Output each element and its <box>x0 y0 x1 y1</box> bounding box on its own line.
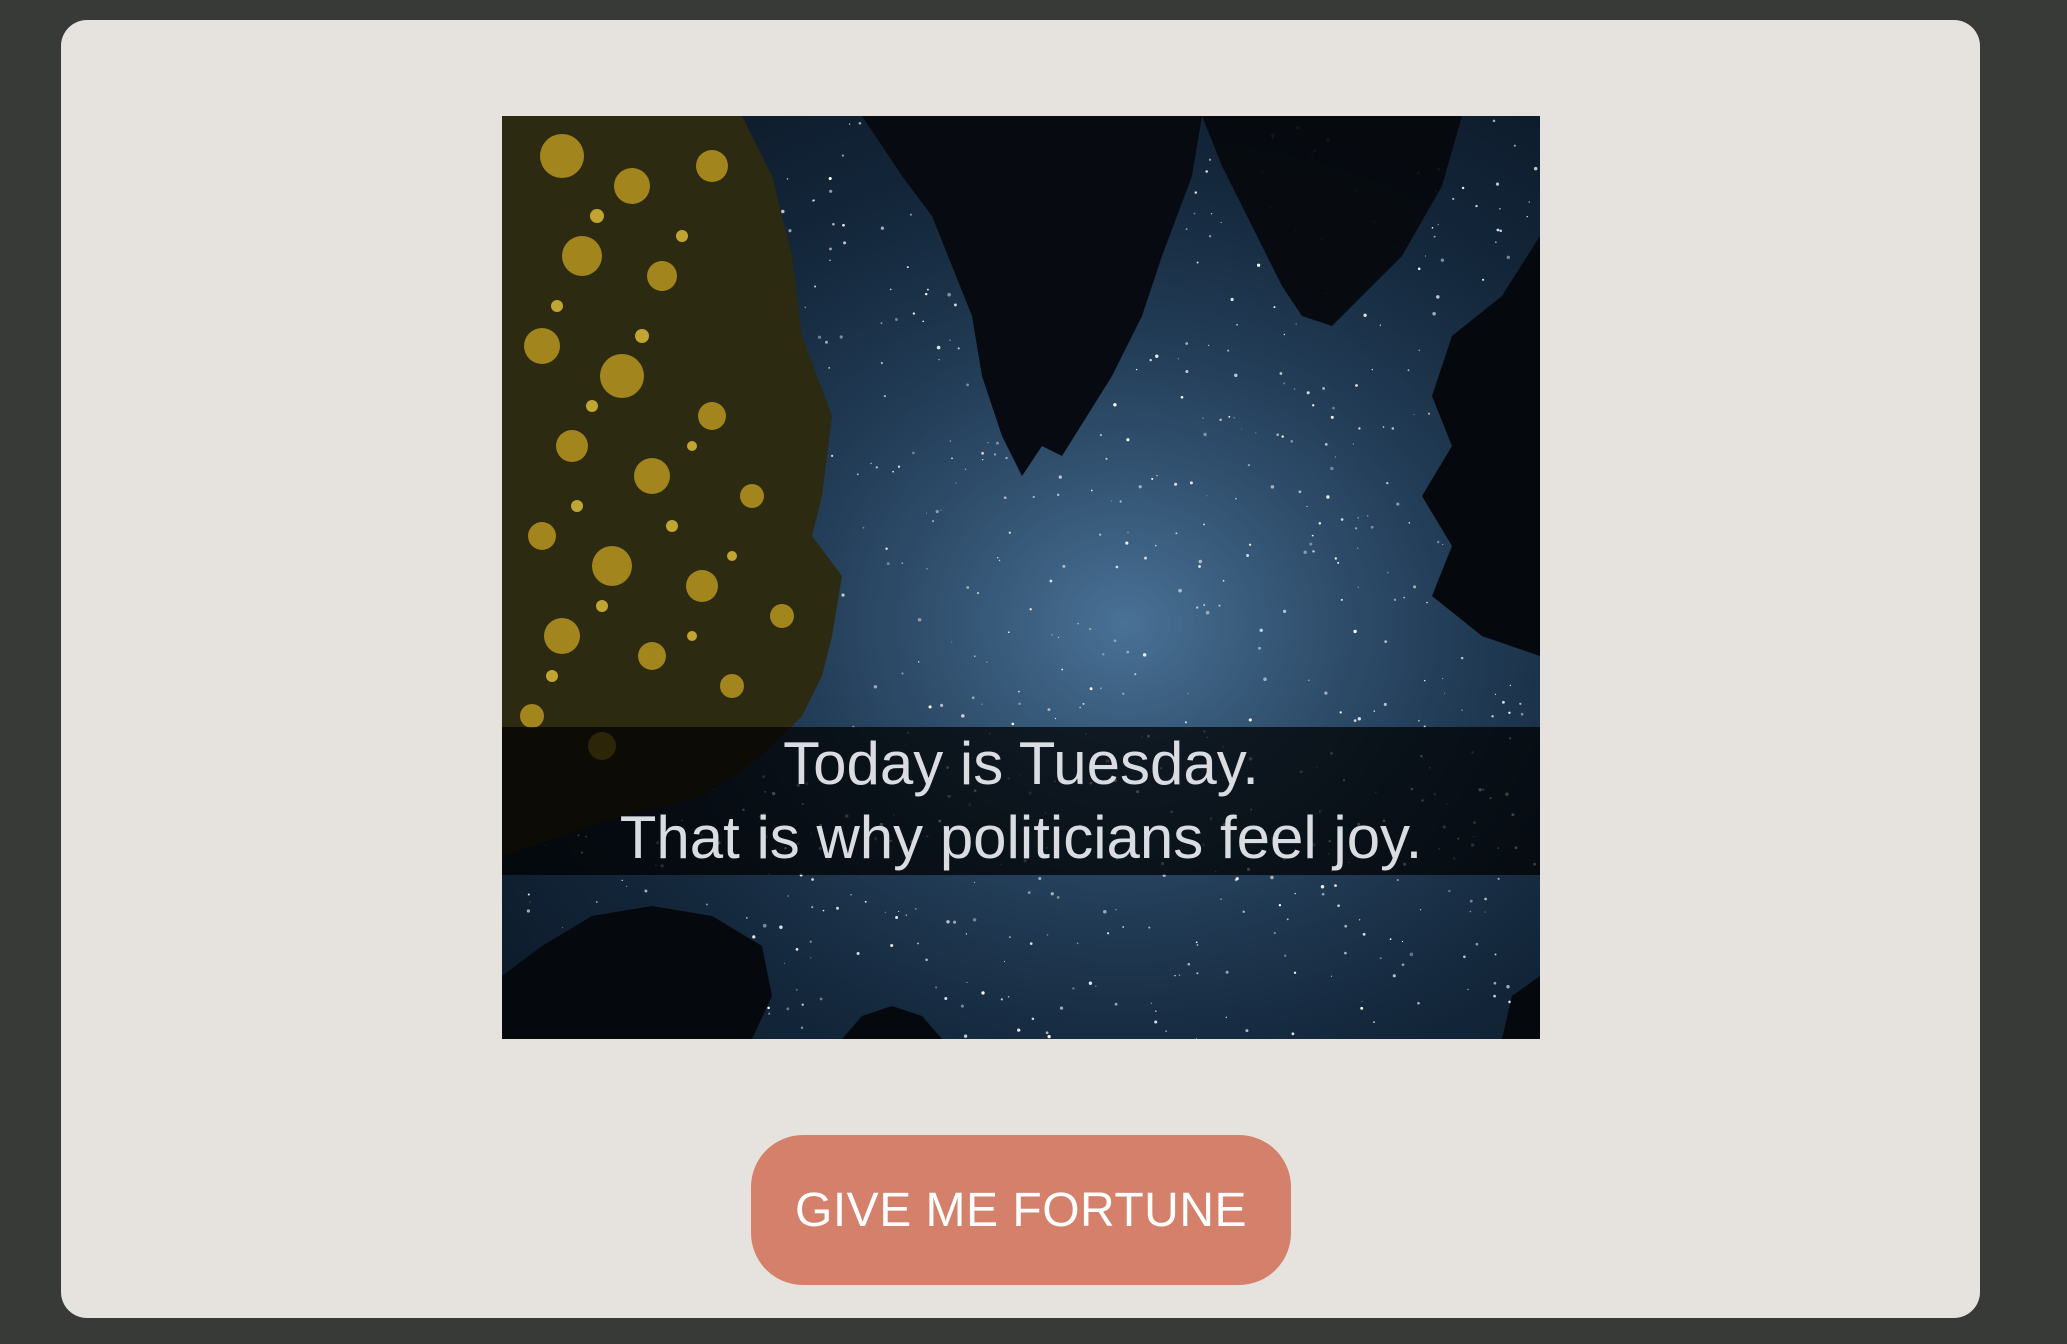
give-me-fortune-button[interactable]: GIVE ME FORTUNE <box>751 1135 1291 1285</box>
fortune-image: Today is Tuesday. That is why politician… <box>502 116 1540 1039</box>
fortune-line-2: That is why politicians feel joy. <box>619 804 1423 871</box>
night-sky-trees-picture <box>502 116 1540 1039</box>
fortune-card: Today is Tuesday. That is why politician… <box>61 20 1980 1318</box>
fortune-line-1: Today is Tuesday. <box>783 730 1259 797</box>
fortune-caption: Today is Tuesday. That is why politician… <box>502 727 1540 875</box>
